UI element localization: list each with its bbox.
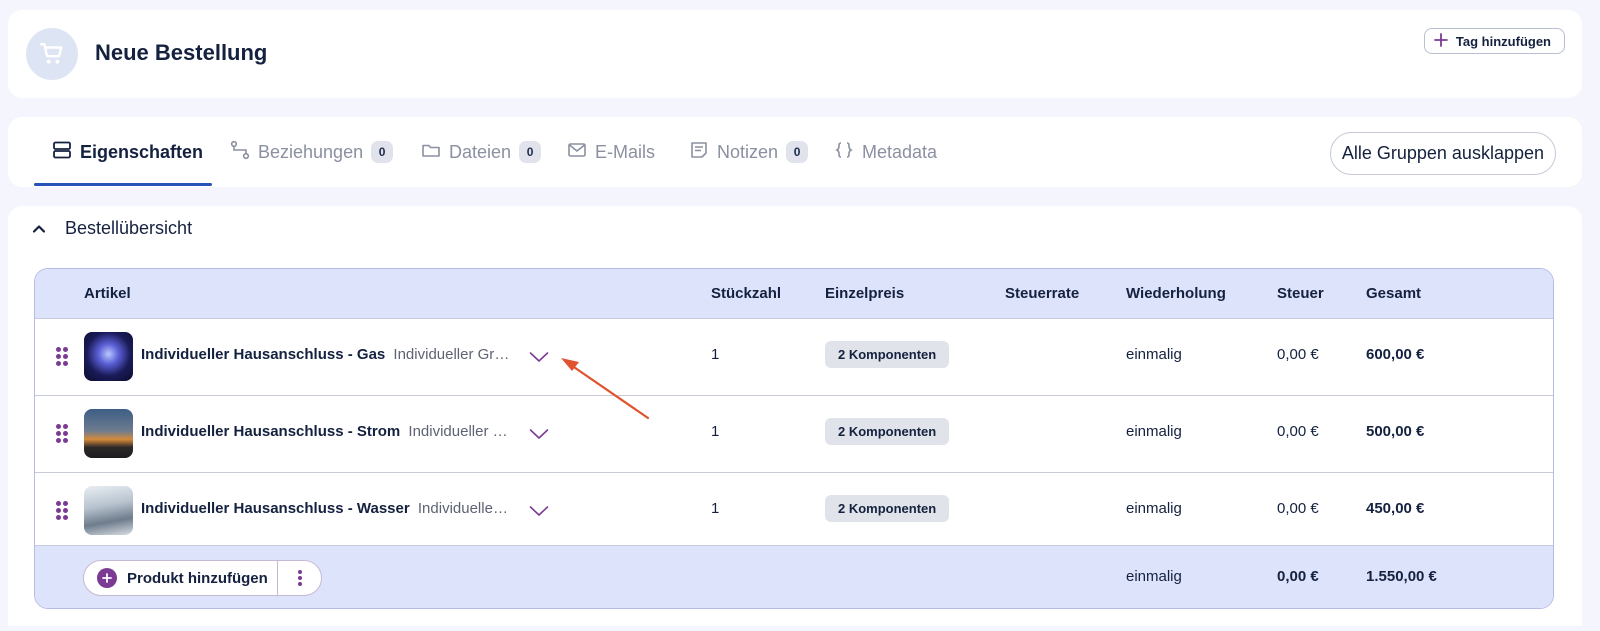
header-card: Neue Bestellung Tag hinzufügen: [8, 10, 1582, 98]
drag-handle-icon[interactable]: [56, 347, 68, 367]
quantity-cell: 1: [711, 423, 720, 440]
add-tag-button[interactable]: Tag hinzufügen: [1423, 28, 1565, 54]
column-header-stueckzahl: Stückzahl: [711, 285, 782, 302]
product-image: [84, 332, 133, 381]
product-name: Individueller Hausanschluss - Wasser: [141, 500, 410, 517]
tab-label: Eigenschaften: [80, 141, 204, 162]
column-header-steuer: Steuer: [1277, 285, 1324, 302]
plus-icon: [1434, 32, 1448, 50]
add-product-label: Produkt hinzufügen: [127, 569, 268, 587]
table-header: Artikel Stückzahl Einzelpreis Steuerrate…: [35, 269, 1553, 319]
list-icon: [52, 140, 72, 165]
total-cell: 500,00 €: [1366, 423, 1425, 440]
folder-icon: [421, 140, 441, 165]
order-overview-section: Bestellübersicht Artikel Stückzahl Einze…: [8, 206, 1582, 626]
column-header-einzelpreis: Einzelpreis: [825, 285, 905, 302]
tabs-card: Eigenschaften Beziehungen 0 Dateien 0 E-…: [8, 117, 1582, 187]
product-cell: Individueller Hausanschluss - Strom Indi…: [141, 423, 511, 440]
components-badge[interactable]: 2 Komponenten: [825, 341, 950, 368]
note-icon: [689, 140, 709, 165]
product-name: Individueller Hausanschluss - Gas: [141, 346, 386, 363]
chevron-down-icon[interactable]: [527, 345, 551, 369]
table-footer: Produkt hinzufügen einmalig 0,00 € 1.550…: [35, 545, 1553, 608]
recurrence-cell: einmalig: [1126, 500, 1182, 517]
active-tab-indicator: [34, 183, 212, 186]
total-cell: 450,00 €: [1366, 500, 1425, 517]
order-table: Artikel Stückzahl Einzelpreis Steuerrate…: [34, 268, 1554, 609]
tab-label: Metadata: [862, 141, 938, 162]
product-name: Individueller Hausanschluss - Strom: [141, 423, 401, 440]
components-badge[interactable]: 2 Komponenten: [825, 495, 950, 522]
chevron-down-icon[interactable]: [527, 499, 551, 523]
tab-label: Beziehungen: [258, 141, 364, 162]
footer-recurrence: einmalig: [1126, 568, 1182, 585]
more-options-icon[interactable]: [278, 561, 321, 595]
tab-eigenschaften[interactable]: Eigenschaften: [52, 139, 203, 165]
components-badge[interactable]: 2 Komponenten: [825, 418, 950, 445]
table-row: Individueller Hausanschluss - Gas Indivi…: [35, 318, 1553, 395]
footer-grand-total: 1.550,00 €: [1366, 568, 1437, 585]
shopping-cart-icon: [26, 28, 78, 80]
column-header-steuerrate: Steuerrate: [1005, 285, 1080, 302]
product-description: Individueller Grun...: [393, 346, 511, 363]
drag-handle-icon[interactable]: [56, 501, 68, 521]
quantity-cell: 1: [711, 500, 720, 517]
tax-cell: 0,00 €: [1277, 423, 1319, 440]
tab-e-mails[interactable]: E-Mails: [567, 139, 655, 165]
tab-beziehungen[interactable]: Beziehungen 0: [230, 139, 394, 165]
recurrence-cell: einmalig: [1126, 423, 1182, 440]
column-header-artikel: Artikel: [84, 285, 131, 302]
expand-all-groups-button[interactable]: Alle Gruppen ausklappen: [1329, 132, 1556, 175]
table-row: Individueller Hausanschluss - Wasser Ind…: [35, 472, 1553, 549]
relations-icon: [230, 140, 250, 165]
add-product-split-button: Produkt hinzufügen: [83, 560, 322, 596]
section-title: Bestellübersicht: [65, 218, 193, 238]
chevron-down-icon[interactable]: [527, 422, 551, 446]
tax-cell: 0,00 €: [1277, 500, 1319, 517]
tab-label: E-Mails: [595, 141, 656, 162]
drag-handle-icon[interactable]: [56, 424, 68, 444]
product-description: Individueller Gr...: [408, 423, 511, 440]
product-cell: Individueller Hausanschluss - Gas Indivi…: [141, 346, 511, 363]
tab-label: Notizen: [717, 141, 779, 162]
page-title: Neue Bestellung: [95, 40, 268, 65]
tab-count-badge: 0: [786, 141, 809, 163]
tab-count-badge: 0: [519, 141, 542, 163]
product-image: [84, 486, 133, 535]
tab-notizen[interactable]: Notizen 0: [689, 139, 809, 165]
recurrence-cell: einmalig: [1126, 346, 1182, 363]
product-image: [84, 409, 133, 458]
add-product-button[interactable]: Produkt hinzufügen: [84, 561, 278, 595]
plus-circle-icon: [97, 568, 117, 588]
table-row: Individueller Hausanschluss - Strom Indi…: [35, 395, 1553, 472]
add-tag-label: Tag hinzufügen: [1455, 33, 1551, 49]
tab-metadata[interactable]: Metadata: [834, 139, 937, 165]
braces-icon: [834, 140, 854, 165]
column-header-wiederholung: Wiederholung: [1126, 285, 1226, 302]
quantity-cell: 1: [711, 346, 720, 363]
chevron-up-icon[interactable]: [28, 218, 50, 240]
tab-dateien[interactable]: Dateien 0: [421, 139, 542, 165]
product-description: Individueller ...: [417, 500, 511, 517]
footer-tax-total: 0,00 €: [1277, 568, 1319, 585]
mail-icon: [567, 140, 587, 165]
tab-label: Dateien: [449, 141, 512, 162]
column-header-gesamt: Gesamt: [1366, 285, 1422, 302]
tab-count-badge: 0: [371, 141, 394, 163]
product-cell: Individueller Hausanschluss - Wasser Ind…: [141, 500, 511, 517]
tax-cell: 0,00 €: [1277, 346, 1319, 363]
total-cell: 600,00 €: [1366, 346, 1425, 363]
